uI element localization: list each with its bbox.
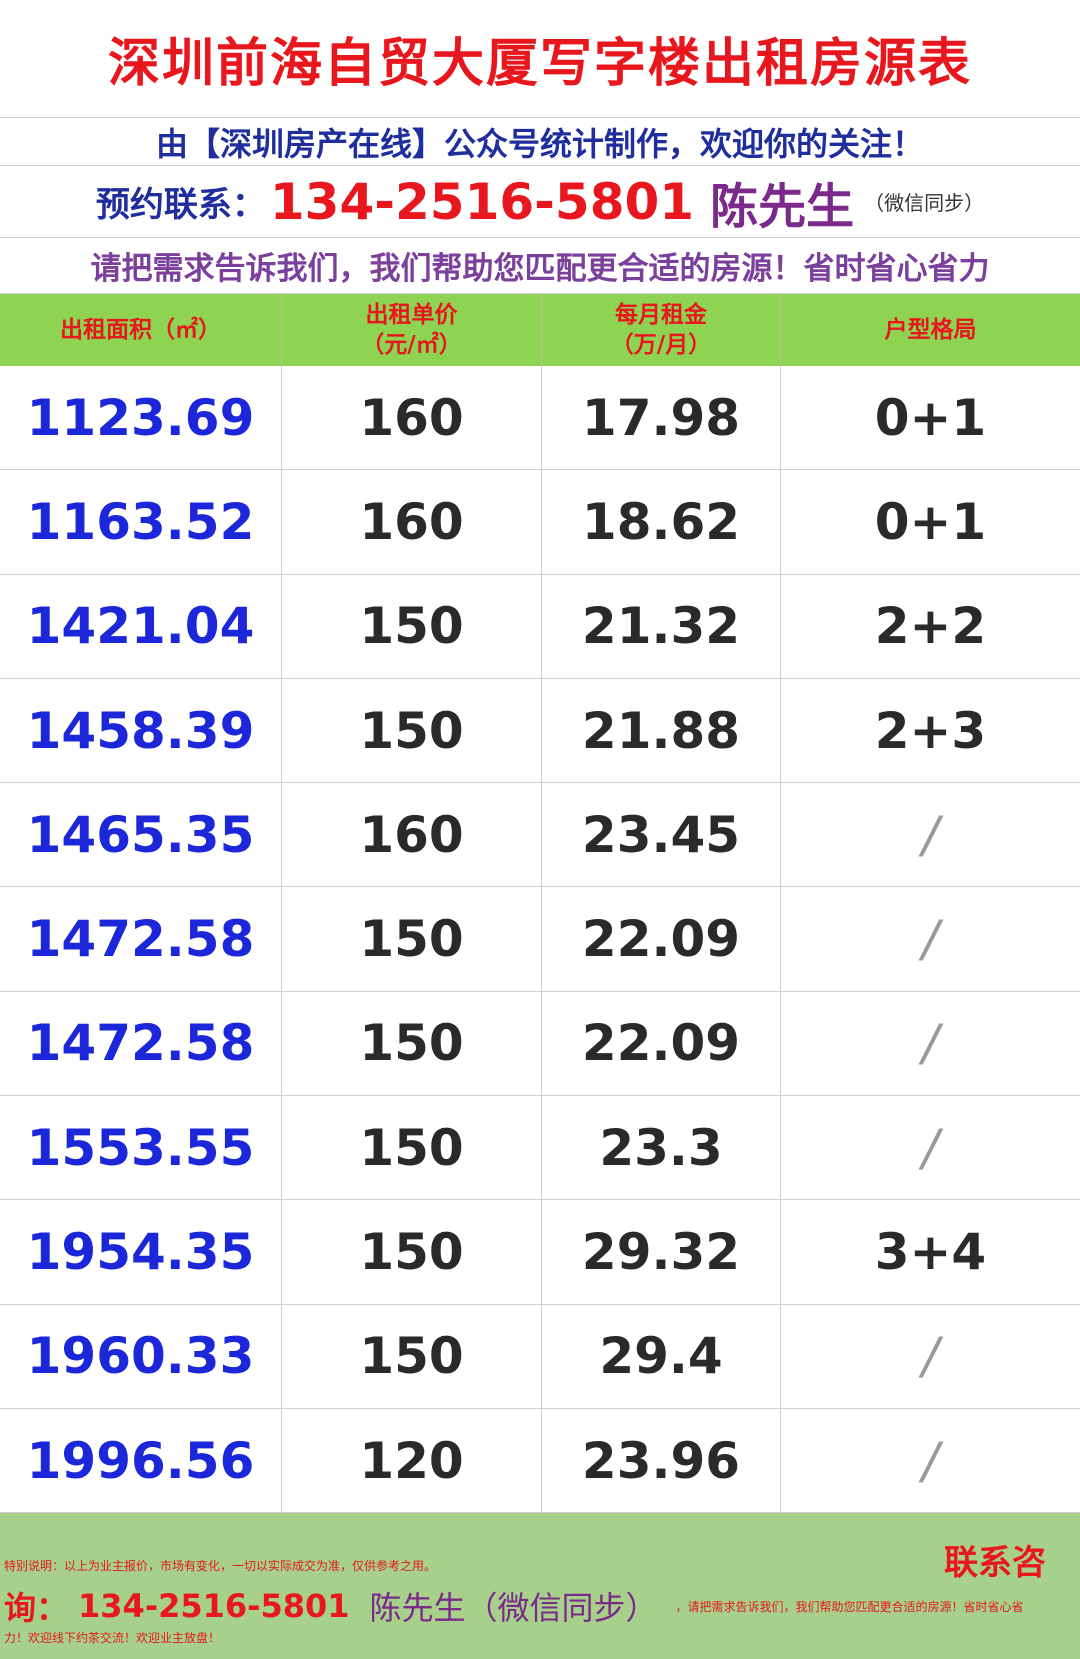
cell-layout: 2+3 bbox=[874, 701, 987, 760]
cell-unit-price: 150 bbox=[282, 574, 542, 678]
cell-monthly-rent: 22.09 bbox=[542, 887, 781, 991]
table-row: 1472.58 150 22.09 / bbox=[0, 887, 1080, 992]
cell-monthly-rent: 21.32 bbox=[542, 574, 781, 678]
cell-unit-price: 150 bbox=[282, 991, 542, 1096]
cell-area: 1472.58 bbox=[0, 991, 282, 1096]
contact-note: （微信同步） bbox=[864, 191, 985, 215]
footer-name: 陈先生（微信同步） bbox=[369, 1589, 658, 1627]
footer-note: 特别说明：以上为业主报价，市场有变化，一切以实际成交为准，仅供参考之用。 bbox=[4, 1559, 437, 1573]
cell-unit-price: 150 bbox=[282, 1200, 542, 1304]
cell-layout: / bbox=[922, 1014, 939, 1073]
footer-phone: 134-2516-5801 bbox=[78, 1587, 350, 1625]
cell-layout: 0+1 bbox=[874, 388, 987, 447]
cell-layout: 0+1 bbox=[874, 492, 987, 551]
table-row: 1421.04 150 21.32 2+2 bbox=[0, 574, 1080, 679]
table-row: 1465.35 160 23.45 / bbox=[0, 783, 1080, 888]
cell-monthly-rent: 18.62 bbox=[542, 470, 781, 574]
table-row: 1163.52 160 18.62 0+1 bbox=[0, 470, 1080, 575]
cell-layout: 2+2 bbox=[874, 597, 987, 656]
cell-unit-price: 150 bbox=[282, 1304, 542, 1408]
cell-monthly-rent: 23.96 bbox=[542, 1408, 781, 1513]
cell-layout: / bbox=[922, 910, 939, 969]
footer-contact-line: 询： 134-2516-5801 陈先生（微信同步） ，请把需求告诉我们，我们帮… bbox=[4, 1583, 1024, 1629]
cell-area: 1421.04 bbox=[0, 574, 282, 678]
header-layout: 户型格局 bbox=[781, 294, 1080, 366]
table-row: 1954.35 150 29.32 3+4 bbox=[0, 1200, 1080, 1305]
cell-area: 1960.33 bbox=[0, 1304, 282, 1408]
table-body: 1123.69 160 17.98 0+1 1163.52 160 18.62 0+1 1421… bbox=[0, 366, 1080, 1514]
cell-monthly-rent: 23.3 bbox=[542, 1096, 781, 1200]
table-row: 1960.33 150 29.4 / bbox=[0, 1304, 1080, 1409]
cell-area: 1465.35 bbox=[0, 783, 282, 887]
page-title: 深圳前海自贸大厦写字楼出租房源表 bbox=[0, 0, 1080, 118]
table-row: 1123.69 160 17.98 0+1 bbox=[0, 366, 1080, 471]
contact-name: 陈先生 bbox=[710, 178, 855, 235]
table-row: 1458.39 150 21.88 2+3 bbox=[0, 678, 1080, 784]
cell-monthly-rent: 21.88 bbox=[542, 678, 781, 783]
cell-unit-price: 160 bbox=[282, 470, 542, 574]
cell-monthly-rent: 17.98 bbox=[542, 366, 781, 470]
subtitle: 由【深圳房产在线】公众号统计制作，欢迎你的关注！ bbox=[0, 118, 1080, 166]
header-unit-price-unit: （元/㎡） bbox=[361, 332, 462, 358]
cell-unit-price: 160 bbox=[282, 783, 542, 887]
cell-layout: / bbox=[922, 1327, 939, 1386]
cell-area: 1996.56 bbox=[0, 1408, 282, 1513]
cell-layout: / bbox=[922, 805, 939, 864]
cell-area: 1123.69 bbox=[0, 366, 282, 470]
cell-area: 1553.55 bbox=[0, 1096, 282, 1200]
header-monthly-rent-label: 每月租金 bbox=[615, 302, 707, 328]
cell-unit-price: 150 bbox=[282, 678, 542, 783]
cell-unit-price: 150 bbox=[282, 1096, 542, 1200]
cell-area: 1472.58 bbox=[0, 887, 282, 991]
cell-area: 1954.35 bbox=[0, 1200, 282, 1304]
cell-layout: 3+4 bbox=[874, 1223, 987, 1282]
header-area-label: 出租面积（㎡） bbox=[60, 317, 221, 343]
cell-layout: / bbox=[922, 1431, 939, 1490]
cell-unit-price: 160 bbox=[282, 366, 542, 470]
cell-monthly-rent: 29.32 bbox=[542, 1200, 781, 1304]
header-monthly-rent: 每月租金 （万/月） bbox=[542, 294, 781, 366]
header-monthly-rent-unit: （万/月） bbox=[610, 332, 712, 358]
table-row: 1472.58 150 22.09 / bbox=[0, 991, 1080, 1097]
table-row: 1996.56 120 23.96 / bbox=[0, 1408, 1080, 1514]
cell-area: 1163.52 bbox=[0, 470, 282, 574]
footer-ask: 询： bbox=[4, 1589, 69, 1627]
contact-label: 预约联系： bbox=[95, 185, 266, 225]
cell-area: 1458.39 bbox=[0, 678, 282, 783]
contact-line: 预约联系： 134-2516-5801 陈先生 （微信同步） bbox=[0, 166, 1080, 238]
header-unit-price-label: 出租单价 bbox=[365, 302, 458, 328]
contact-phone: 134-2516-5801 bbox=[269, 172, 695, 231]
header-area: 出租面积（㎡） bbox=[0, 294, 282, 366]
header-unit-price: 出租单价 （元/㎡） bbox=[282, 294, 542, 366]
cell-monthly-rent: 29.4 bbox=[542, 1304, 781, 1408]
rental-sheet: 深圳前海自贸大厦写字楼出租房源表 由【深圳房产在线】公众号统计制作，欢迎你的关注… bbox=[0, 0, 1080, 1659]
header-layout-label: 户型格局 bbox=[884, 317, 977, 343]
cell-monthly-rent: 23.45 bbox=[542, 783, 781, 887]
footer-tail: ，请把需求告诉我们，我们帮助您匹配更合适的房源！省时省心省 bbox=[675, 1599, 1024, 1614]
cell-unit-price: 120 bbox=[282, 1408, 542, 1513]
footer-last-line: 力！欢迎线下约茶交流！欢迎业主放盘！ bbox=[4, 1631, 221, 1645]
cell-unit-price: 150 bbox=[282, 887, 542, 991]
cell-monthly-rent: 22.09 bbox=[542, 991, 781, 1096]
footer: 联系咨 特别说明：以上为业主报价，市场有变化，一切以实际成交为准，仅供参考之用。… bbox=[0, 1513, 1080, 1659]
slogan: 请把需求告诉我们，我们帮助您匹配更合适的房源！省时省心省力 bbox=[0, 238, 1080, 294]
table-row: 1553.55 150 23.3 / bbox=[0, 1096, 1080, 1201]
footer-contact-heading: 联系咨 bbox=[944, 1543, 1046, 1583]
cell-layout: / bbox=[922, 1118, 939, 1177]
table-header: 出租面积（㎡） 出租单价 （元/㎡） 每月租金 （万/月） 户型格局 bbox=[0, 294, 1080, 366]
